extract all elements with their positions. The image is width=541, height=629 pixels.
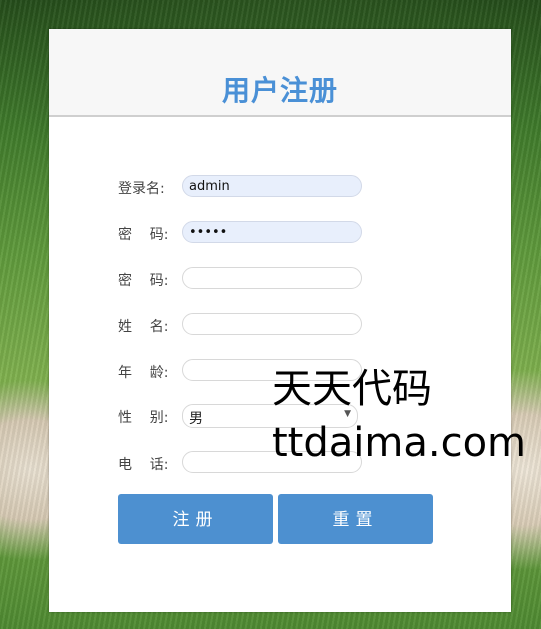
login-name-input[interactable]: [182, 175, 362, 197]
watermark-line2: ttdaima.com: [272, 420, 527, 466]
password-label: 密 码:: [118, 227, 169, 243]
phone-label: 电 话:: [118, 457, 169, 473]
name-input[interactable]: [182, 313, 362, 335]
register-card: 用户注册 登录名: 密 码: 密 码: 姓 名: 年 龄: 性 别: 男 ▼ 电…: [49, 29, 511, 612]
watermark: 天天代码 ttdaima.com: [272, 362, 526, 470]
password-input[interactable]: [182, 221, 362, 243]
watermark-line1: 天天代码: [272, 366, 432, 412]
reset-button[interactable]: 重置: [278, 494, 433, 544]
page-title: 用户注册: [221, 74, 338, 107]
confirm-password-label: 密 码:: [118, 273, 169, 289]
gender-label: 性 别:: [118, 410, 169, 426]
card-header: 用户注册: [49, 29, 511, 117]
name-label: 姓 名:: [118, 319, 169, 335]
confirm-password-input[interactable]: [182, 267, 362, 289]
age-label: 年 龄:: [118, 365, 169, 381]
login-name-label: 登录名:: [118, 181, 165, 197]
gender-selected-value: 男: [189, 411, 203, 427]
register-button[interactable]: 注册: [118, 494, 273, 544]
